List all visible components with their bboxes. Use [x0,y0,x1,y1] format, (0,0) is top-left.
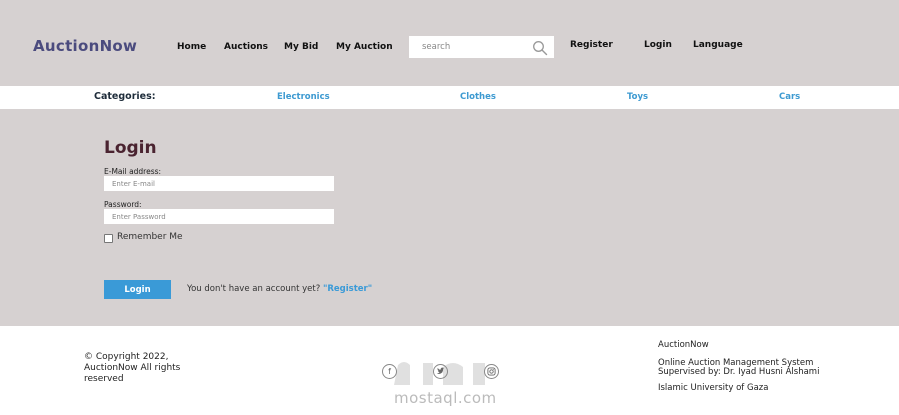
copyright-text: © Copyright 2022, AuctionNow All rights … [84,352,181,384]
category-electronics[interactable]: Electronics [277,92,330,102]
instagram-icon[interactable] [484,364,499,379]
footer-university: Islamic University of Gaza [658,383,769,393]
email-label: E-Mail address: [104,167,162,176]
category-toys[interactable]: Toys [627,92,648,102]
footer-description-line2: Supervised by: Dr. Iyad Husni Alshami [658,367,820,377]
register-link-inline[interactable]: "Register" [323,284,372,294]
search-box [409,36,554,58]
nav-auctions[interactable]: Auctions [224,42,268,52]
login-button[interactable]: Login [104,280,171,299]
nav-my-auction[interactable]: My Auction [336,42,393,52]
login-section: Login E-Mail address: Password: Remember… [0,109,899,326]
register-link[interactable]: Register [570,40,613,50]
password-label: Password: [104,200,142,209]
category-cars[interactable]: Cars [779,92,800,102]
logo[interactable]: AuctionNow [33,37,137,55]
category-clothes[interactable]: Clothes [460,92,496,102]
categories-bar: Categories: Electronics Clothes Toys Car… [0,86,899,109]
watermark-text: mostaql.com [394,389,497,407]
footer-brand: AuctionNow [658,340,709,350]
password-field[interactable] [104,209,334,224]
remember-me-label[interactable]: Remember Me [117,232,183,242]
header: AuctionNow Home Auctions My Bid My Aucti… [0,0,899,86]
no-account-label: You don't have an account yet? [187,284,321,294]
footer: © Copyright 2022, AuctionNow All rights … [0,326,899,415]
login-title: Login [104,138,157,158]
categories-title: Categories: [94,91,156,102]
email-field[interactable] [104,176,334,191]
nav-my-bid[interactable]: My Bid [284,42,318,52]
no-account-text: You don't have an account yet? "Register… [187,284,372,294]
remember-me-checkbox[interactable] [104,234,113,243]
language-link[interactable]: Language [693,40,743,50]
search-input[interactable] [409,36,529,58]
login-link[interactable]: Login [644,40,672,50]
search-icon[interactable] [532,40,548,56]
facebook-icon[interactable]: f [382,364,397,379]
nav-home[interactable]: Home [177,42,206,52]
twitter-icon[interactable] [433,364,448,379]
